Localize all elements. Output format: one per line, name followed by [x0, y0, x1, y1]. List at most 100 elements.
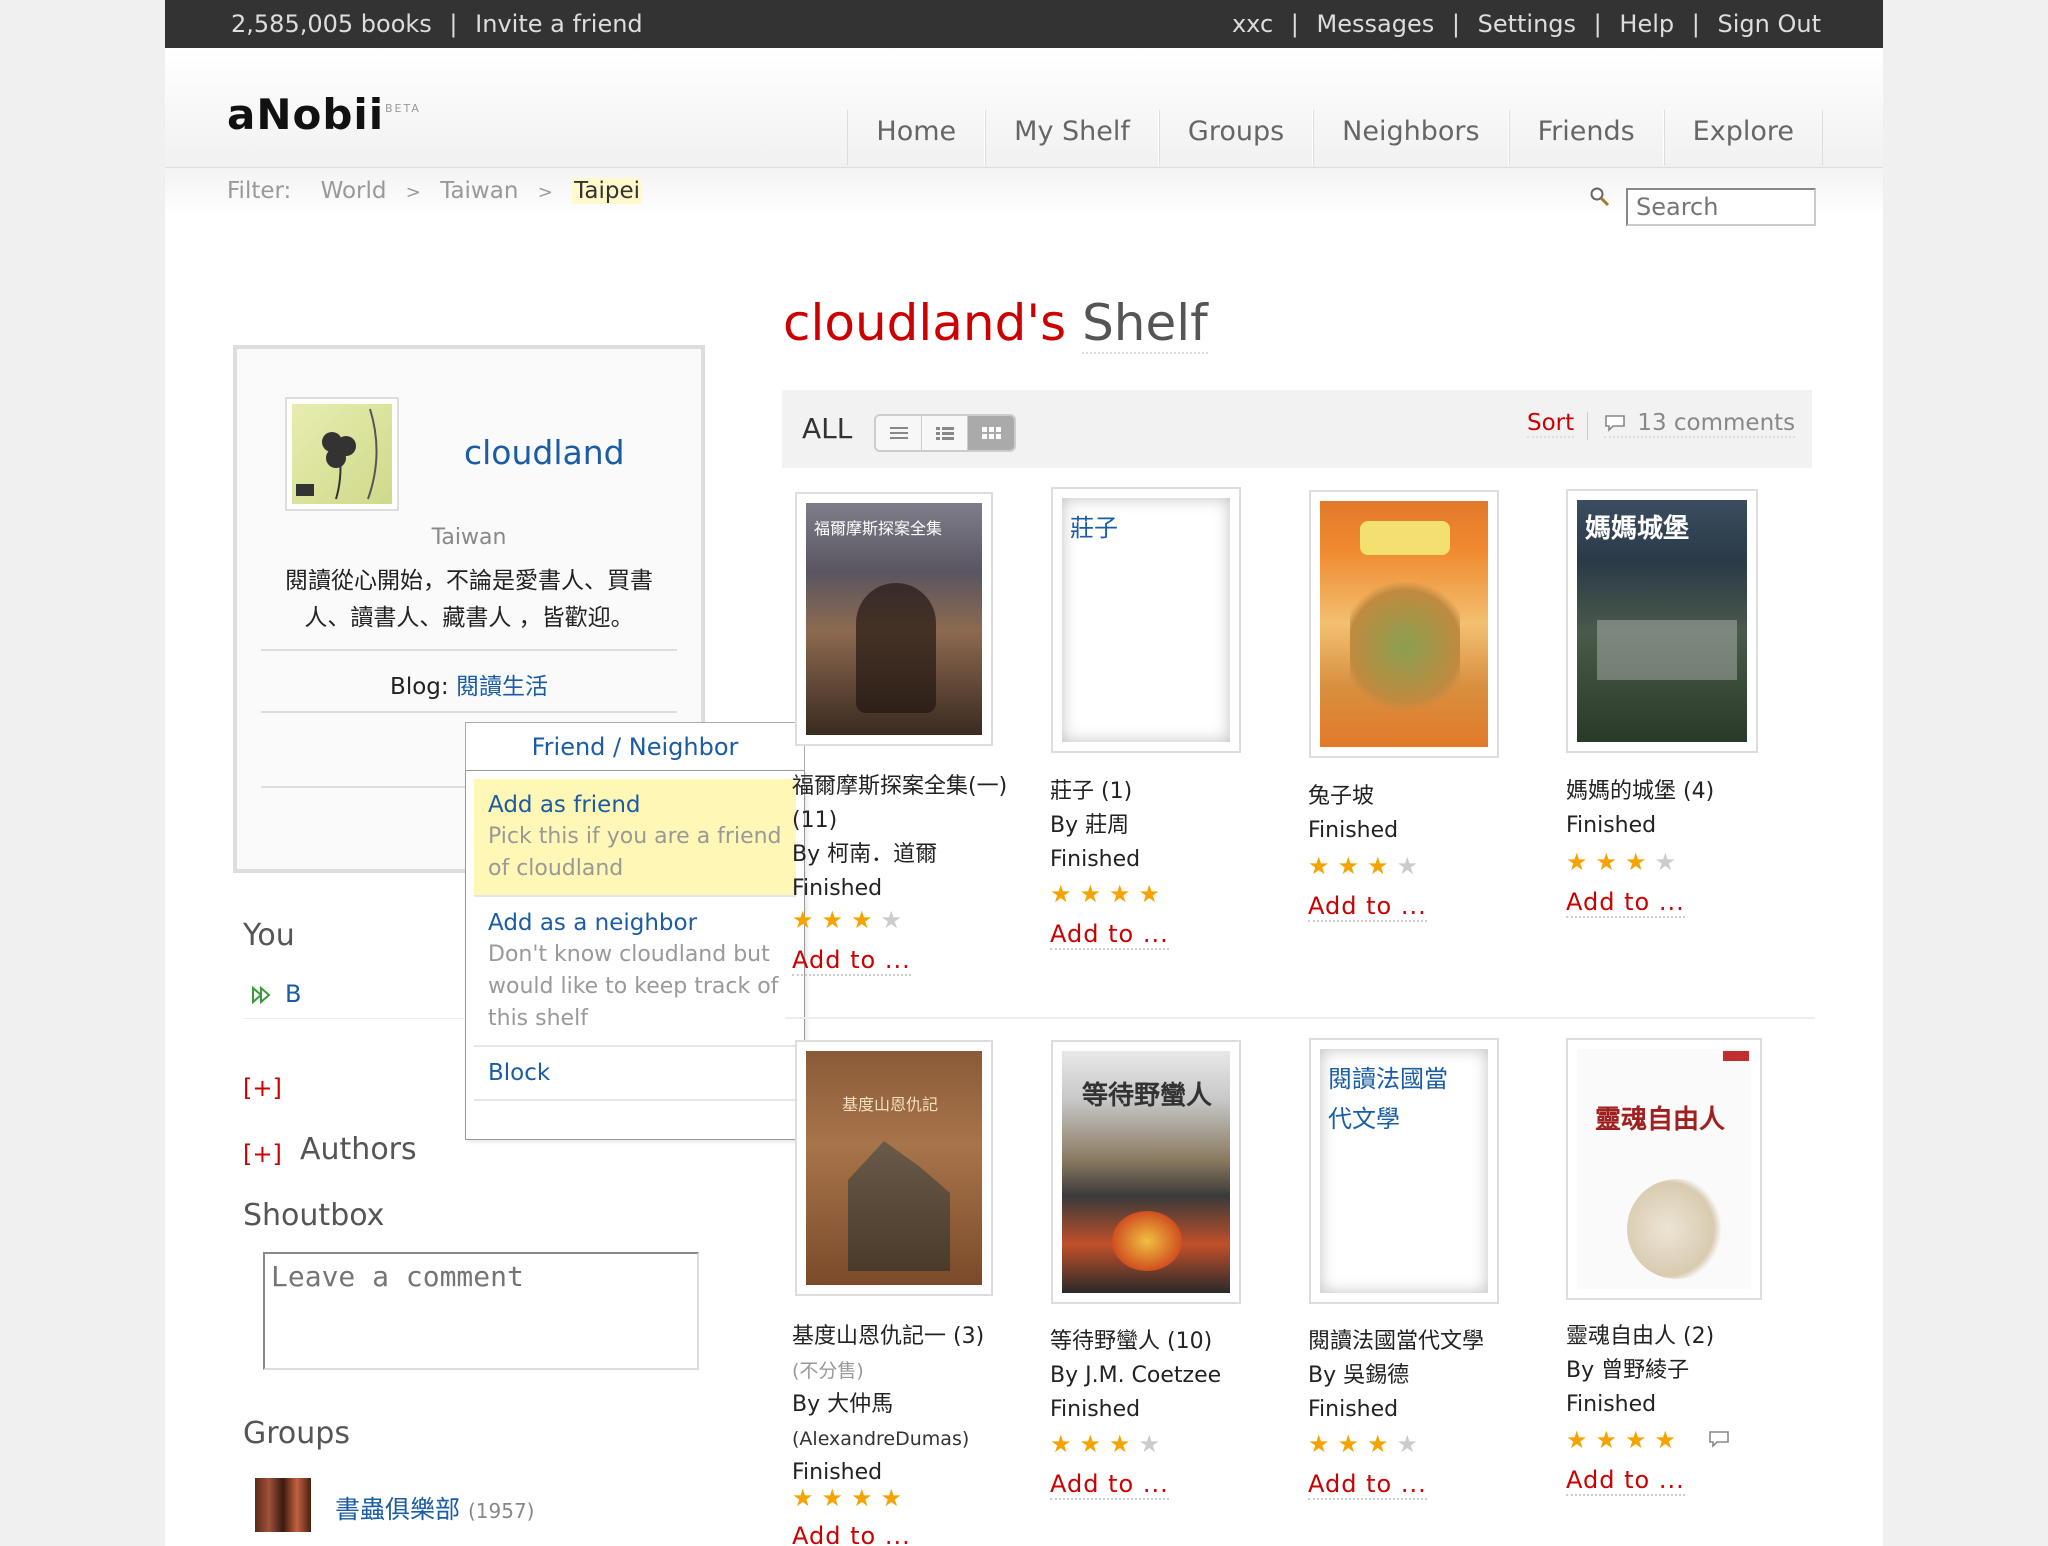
book-rating-2: ★★★★: [1050, 880, 1168, 908]
settings-link[interactable]: Settings: [1478, 10, 1576, 38]
book-add-to-4[interactable]: Add to ...: [1566, 888, 1685, 918]
detail-view-button[interactable]: [922, 416, 968, 450]
nav-neighbors[interactable]: Neighbors: [1313, 110, 1509, 165]
divider: [785, 1017, 1815, 1019]
book-author-1[interactable]: By 柯南．道爾: [792, 838, 1007, 872]
site-header: aNobii BETA Home My Shelf Groups Neighbo…: [165, 48, 1883, 168]
star-icon: ★: [1625, 848, 1655, 876]
star-icon: ★: [821, 906, 852, 934]
book-count: 2,585,005 books: [231, 10, 432, 38]
book-add-to-3[interactable]: Add to ...: [1308, 892, 1427, 922]
book-add-to-1[interactable]: Add to ...: [792, 946, 911, 976]
book-status-6: Finished: [1050, 1397, 1141, 1422]
group-thumbnail[interactable]: [255, 1478, 311, 1532]
star-icon: ★: [1109, 880, 1139, 908]
book-cover-3[interactable]: [1309, 490, 1499, 758]
star-icon: ★: [880, 1484, 911, 1512]
detail-list-icon: [935, 427, 954, 440]
star-icon: ★: [1050, 880, 1080, 908]
group-link[interactable]: 書蟲俱樂部 (1957): [335, 1490, 534, 1526]
book-add-to-2[interactable]: Add to ...: [1050, 920, 1169, 950]
book-title-7[interactable]: 閱讀法國當代文學 By 吳錫德 Finished: [1308, 1325, 1484, 1427]
menu-add-neighbor[interactable]: Add as a neighbor Don't know cloudland b…: [474, 897, 796, 1047]
crumb-world[interactable]: World: [321, 178, 387, 204]
crumb-taiwan[interactable]: Taiwan: [440, 178, 518, 204]
filter-all[interactable]: ALL: [802, 412, 852, 445]
book-cover-1[interactable]: 福爾摩斯探案全集: [795, 492, 993, 746]
search-input[interactable]: [1626, 188, 1816, 226]
invite-friend-link[interactable]: Invite a friend: [475, 10, 643, 38]
book-add-to-6[interactable]: Add to ...: [1050, 1470, 1169, 1500]
comment-icon[interactable]: [1708, 1430, 1730, 1448]
profile-bio: 閱讀從心開始，不論是愛書人、買書 人、讀書人、藏書人 ，皆歡迎。: [285, 568, 653, 631]
book-title-2[interactable]: 莊子 (1) By 莊周 Finished: [1050, 775, 1140, 877]
help-link[interactable]: Help: [1619, 10, 1674, 38]
nav-my-shelf[interactable]: My Shelf: [985, 110, 1159, 165]
star-icon: ★: [1566, 848, 1596, 876]
book-add-to-7[interactable]: Add to ...: [1308, 1470, 1427, 1500]
book-status-4: Finished: [1566, 813, 1657, 838]
friend-neighbor-dropdown[interactable]: Friend / Neighbor: [465, 722, 805, 772]
comments-link[interactable]: 13 comments: [1604, 410, 1796, 438]
shoutbox-input[interactable]: [263, 1252, 699, 1370]
grid-view-button[interactable]: [968, 416, 1014, 450]
site-logo[interactable]: aNobii: [227, 90, 384, 139]
expand-authors-toggle[interactable]: [+]: [243, 1140, 282, 1168]
book-status-2: Finished: [1050, 847, 1141, 872]
book-author-2[interactable]: By 莊周: [1050, 809, 1140, 843]
user-link[interactable]: xxc: [1232, 10, 1273, 38]
book-rating-5: ★★★★: [792, 1484, 910, 1512]
divider: [261, 649, 677, 651]
profile-username[interactable]: cloudland: [464, 433, 625, 472]
star-icon: ★: [1367, 852, 1397, 880]
filter-label: Filter:: [227, 178, 292, 204]
book-title-5[interactable]: 基度山恩仇記一 (3) (不分售) By 大仲馬 (AlexandreDumas…: [792, 1320, 984, 1490]
star-icon: ★: [1595, 848, 1626, 876]
sort-link[interactable]: Sort: [1527, 410, 1575, 438]
book-title-3[interactable]: 兔子坡 Finished: [1308, 780, 1398, 848]
book-author-8[interactable]: By 曾野綾子: [1566, 1354, 1714, 1388]
messages-link[interactable]: Messages: [1317, 10, 1435, 38]
book-cover-7[interactable]: 閱讀法國當 代文學: [1309, 1038, 1499, 1304]
profile-location: Taiwan: [431, 525, 507, 550]
page: 2,585,005 books | Invite a friend xxc | …: [165, 0, 1883, 1546]
you-link[interactable]: B: [285, 980, 301, 1008]
book-author-7[interactable]: By 吳錫德: [1308, 1359, 1484, 1393]
nav-home[interactable]: Home: [847, 110, 986, 165]
book-cover-5[interactable]: 基度山恩仇記: [795, 1040, 993, 1296]
avatar[interactable]: [285, 397, 399, 511]
star-icon: ★: [880, 906, 911, 934]
book-rating-3: ★★★★: [1308, 852, 1426, 880]
book-cover-6[interactable]: 等待野蠻人: [1051, 1040, 1241, 1304]
book-cover-8[interactable]: 靈魂自由人: [1566, 1038, 1762, 1300]
book-title-8[interactable]: 靈魂自由人 (2) By 曾野綾子 Finished: [1566, 1320, 1714, 1422]
list-icon: [889, 427, 908, 439]
menu-block[interactable]: Block: [474, 1047, 796, 1101]
menu-add-friend[interactable]: Add as friend Pick this if you are a fri…: [474, 779, 796, 897]
friend-neighbor-menu: Add as friend Pick this if you are a fri…: [465, 770, 805, 1140]
clover-icon: [296, 408, 378, 500]
nav-groups[interactable]: Groups: [1158, 110, 1314, 165]
blog-link[interactable]: 閱讀生活: [456, 674, 548, 700]
page-title: cloudland's Shelf: [783, 294, 1208, 354]
nav-friends[interactable]: Friends: [1508, 110, 1664, 165]
expand-toggle[interactable]: [+]: [243, 1074, 282, 1102]
signout-link[interactable]: Sign Out: [1718, 10, 1822, 38]
list-view-button[interactable]: [876, 416, 922, 450]
book-add-to-5[interactable]: Add to ...: [792, 1522, 911, 1546]
book-author-5[interactable]: By 大仲馬: [792, 1388, 984, 1422]
book-status-3: Finished: [1308, 818, 1399, 843]
authors-heading[interactable]: Authors: [300, 1132, 417, 1167]
search-icon[interactable]: [1589, 186, 1611, 208]
book-cover-4[interactable]: 媽媽城堡: [1566, 489, 1758, 753]
top-bar: 2,585,005 books | Invite a friend xxc | …: [165, 0, 1883, 48]
book-title-4[interactable]: 媽媽的城堡 (4) Finished: [1566, 775, 1714, 843]
grid-icon: [982, 427, 1001, 439]
book-cover-2[interactable]: 莊子: [1051, 487, 1241, 753]
crumb-taipei[interactable]: Taipei: [572, 178, 643, 204]
book-title-6[interactable]: 等待野蠻人 (10) By J.M. Coetzee Finished: [1050, 1325, 1221, 1427]
book-add-to-8[interactable]: Add to ...: [1566, 1466, 1685, 1496]
book-author-6[interactable]: By J.M. Coetzee: [1050, 1359, 1221, 1393]
book-title-1[interactable]: 福爾摩斯探案全集(一) (11) By 柯南．道爾 Finished: [792, 770, 1007, 906]
nav-explore[interactable]: Explore: [1663, 110, 1823, 165]
